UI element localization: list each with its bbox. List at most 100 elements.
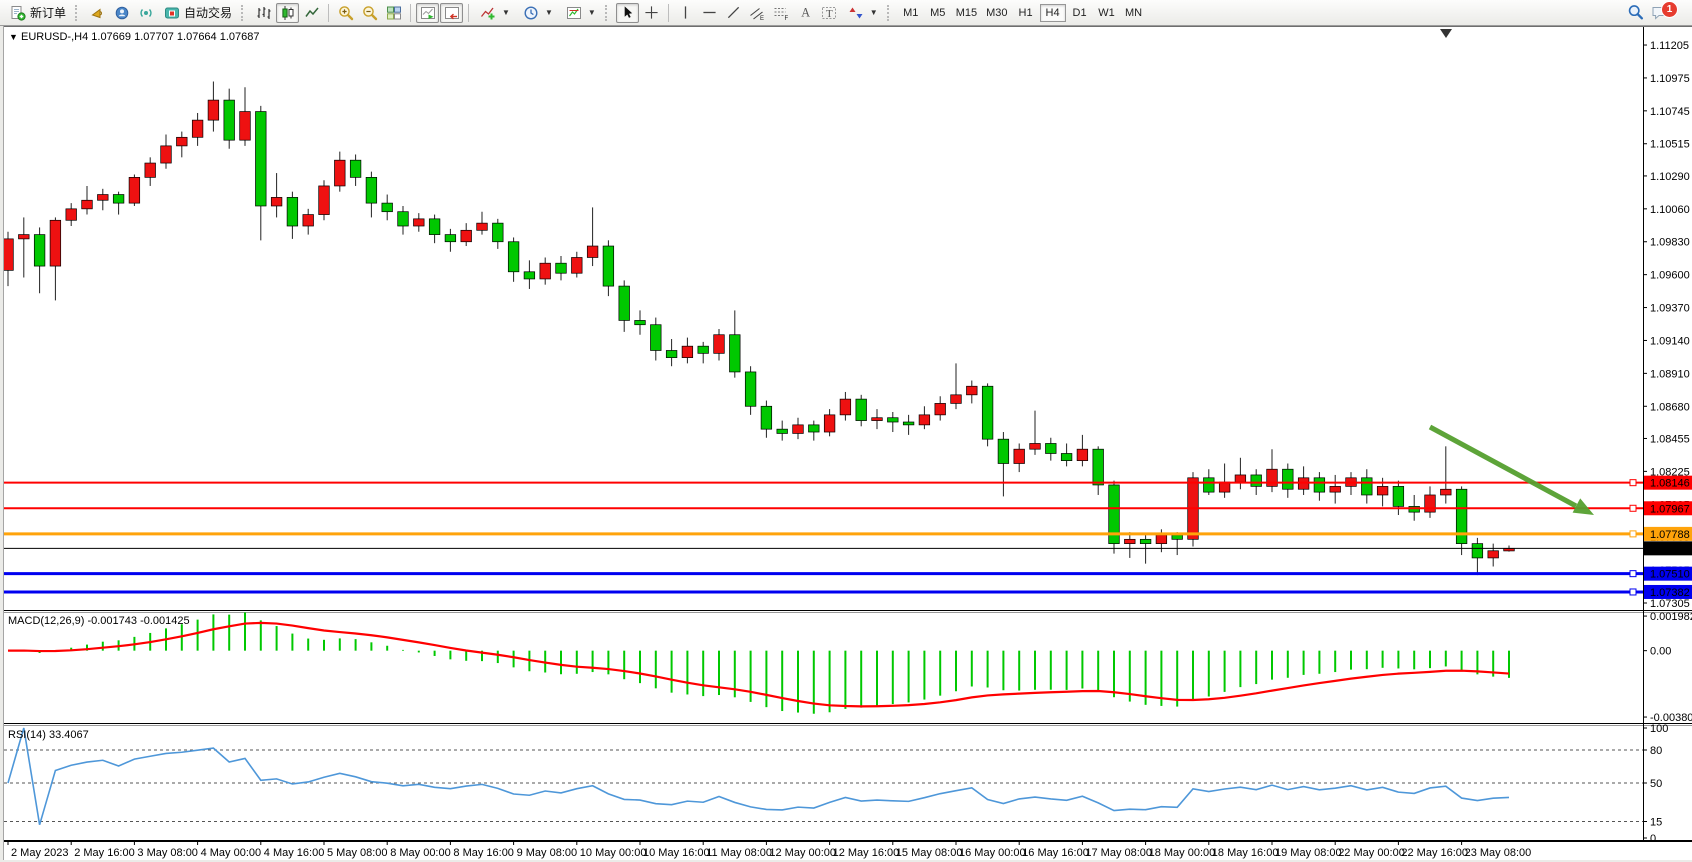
text-label-icon: T <box>821 5 837 21</box>
horizontal-line-button[interactable] <box>698 3 721 23</box>
text-label-button[interactable]: T <box>818 3 841 23</box>
bull-candle <box>1014 449 1025 463</box>
crosshair-icon <box>644 5 659 20</box>
bear-candle <box>1093 449 1104 485</box>
signal-button[interactable] <box>134 3 157 23</box>
bear-candle <box>1204 478 1215 492</box>
search-button[interactable] <box>1624 3 1647 23</box>
cursor-icon <box>620 5 635 20</box>
svg-text:1.10975: 1.10975 <box>1650 73 1690 85</box>
time-axis[interactable]: 2 May 20232 May 16:003 May 08:004 May 00… <box>8 841 1531 859</box>
svg-text:12 May 16:00: 12 May 16:00 <box>833 847 900 859</box>
toolbar-separator <box>410 4 411 22</box>
svg-text:1.11205: 1.11205 <box>1650 40 1689 52</box>
collapse-chart-icon[interactable]: ▼ <box>9 32 18 42</box>
macd-axis[interactable]: 0.0019820.00-0.003804 <box>1643 611 1692 724</box>
fibonacci-button[interactable]: F <box>770 3 793 23</box>
price-axis[interactable]: 1.112051.109751.107451.105151.102901.100… <box>1643 40 1690 610</box>
timeframe-m15[interactable]: M15 <box>952 4 981 22</box>
bear-candle <box>903 422 914 425</box>
bear-candle <box>429 219 440 235</box>
timeframe-m30[interactable]: M30 <box>982 4 1011 22</box>
auto-scroll-button[interactable] <box>416 3 439 23</box>
svg-text:1.08146: 1.08146 <box>1650 478 1690 490</box>
bull-candle <box>161 146 172 163</box>
bar-chart-button[interactable] <box>252 3 275 23</box>
svg-text:16 May 16:00: 16 May 16:00 <box>1022 847 1089 859</box>
equidistant-channel-button[interactable]: E <box>746 3 769 23</box>
metaeditor-button[interactable] <box>110 3 133 23</box>
timeframe-h4[interactable]: H4 <box>1040 4 1066 22</box>
vertical-line-icon <box>678 5 693 20</box>
rsi-axis[interactable]: 1008050150 <box>1643 723 1668 845</box>
timeframe-mn[interactable]: MN <box>1121 4 1147 22</box>
svg-text:F: F <box>785 16 789 21</box>
bull-candle <box>319 186 330 215</box>
rsi-indicator-label: RSI(14) 33.4067 <box>8 729 89 741</box>
timeframe-m5[interactable]: M5 <box>925 4 951 22</box>
svg-text:1.07788: 1.07788 <box>1650 529 1690 541</box>
bear-candle <box>888 418 899 422</box>
chart-shift-button[interactable] <box>440 3 463 23</box>
timeframe-w1[interactable]: W1 <box>1094 4 1120 22</box>
candlestick-chart-button[interactable] <box>276 3 299 23</box>
fibonacci-icon: F <box>773 5 789 21</box>
news-button[interactable] <box>86 3 109 23</box>
periods-button[interactable]: ▼ <box>517 3 559 23</box>
bar-chart-icon <box>256 5 272 21</box>
toolbar: 新订单 自动交易 <box>0 0 1692 26</box>
svg-text:1.07305: 1.07305 <box>1650 598 1690 610</box>
zoom-in-icon <box>338 5 354 21</box>
autotrading-icon <box>164 5 180 21</box>
editor-person-icon <box>114 5 130 21</box>
arrows-button[interactable]: ▼ <box>842 3 884 23</box>
svg-text:10 May 16:00: 10 May 16:00 <box>643 847 710 859</box>
cursor-button[interactable] <box>616 3 639 23</box>
zoom-out-button[interactable] <box>358 3 381 23</box>
tile-windows-icon <box>386 5 402 21</box>
svg-text:80: 80 <box>1650 745 1662 757</box>
bear-candle <box>745 372 756 406</box>
bull-candle <box>1488 551 1499 558</box>
line-chart-button[interactable] <box>300 3 323 23</box>
svg-text:9 May 08:00: 9 May 08:00 <box>517 847 578 859</box>
bull-candle <box>951 395 962 404</box>
hline-handle[interactable] <box>1630 480 1636 486</box>
templates-button[interactable]: ▼ <box>560 3 602 23</box>
text-button[interactable]: A <box>794 3 817 23</box>
macd-pane[interactable] <box>4 613 1643 723</box>
timeframe-m1[interactable]: M1 <box>898 4 924 22</box>
dropdown-arrow-icon: ▼ <box>870 8 878 17</box>
hline-handle[interactable] <box>1630 571 1636 577</box>
hline-handle[interactable] <box>1630 505 1636 511</box>
autotrading-button[interactable]: 自动交易 <box>158 3 238 23</box>
chat-button[interactable]: 1 <box>1648 3 1672 23</box>
bear-candle <box>556 263 567 273</box>
text-icon: A <box>798 5 813 20</box>
svg-text:1.07382: 1.07382 <box>1650 587 1690 599</box>
bear-candle <box>1251 475 1262 486</box>
bear-candle <box>366 177 377 203</box>
bear-candle <box>1362 478 1373 495</box>
new-order-button[interactable]: 新订单 <box>4 3 72 23</box>
bull-candle <box>793 425 804 434</box>
macd-indicator-label: MACD(12,26,9) -0.001743 -0.001425 <box>8 615 190 627</box>
indicators-button[interactable]: ▼ <box>474 3 516 23</box>
crosshair-button[interactable] <box>640 3 663 23</box>
bull-candle <box>967 386 978 395</box>
timeframe-h1[interactable]: H1 <box>1013 4 1039 22</box>
timeframe-d1[interactable]: D1 <box>1067 4 1093 22</box>
bear-candle <box>1061 453 1072 460</box>
toolbar-separator <box>668 4 669 22</box>
svg-text:E: E <box>760 16 764 21</box>
zoom-in-button[interactable] <box>334 3 357 23</box>
hline-handle[interactable] <box>1630 589 1636 595</box>
bull-candle <box>682 346 693 357</box>
hline-handle[interactable] <box>1630 531 1636 537</box>
trendline-icon <box>726 5 741 20</box>
svg-text:1.10515: 1.10515 <box>1650 139 1690 151</box>
trendline-button[interactable] <box>722 3 745 23</box>
vertical-line-button[interactable] <box>674 3 697 23</box>
chart-canvas[interactable]: 1.112051.109751.107451.105151.102901.100… <box>0 0 1692 862</box>
tile-windows-button[interactable] <box>382 3 405 23</box>
